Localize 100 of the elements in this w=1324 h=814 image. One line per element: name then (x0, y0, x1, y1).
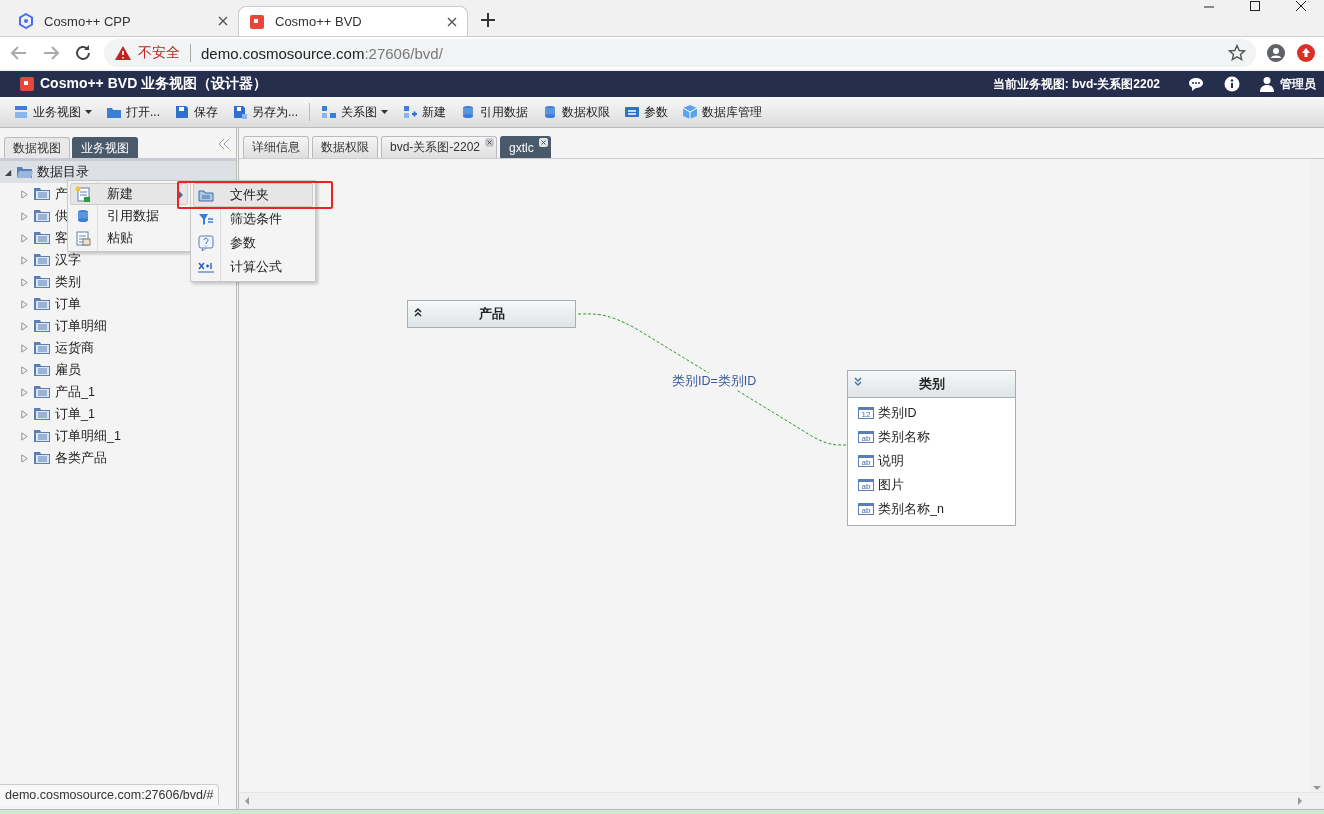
expand-icon[interactable] (4, 167, 13, 177)
toolbar-button[interactable]: 业务视图 (8, 101, 97, 123)
toolbar-icon (624, 104, 641, 120)
table-node[interactable]: 产品 (407, 300, 576, 328)
table-folder-icon (33, 341, 51, 355)
menu-item[interactable]: 文件夹 (193, 183, 313, 207)
field-name: 图片 (878, 476, 904, 494)
menu-item[interactable]: 粘贴 (70, 227, 188, 249)
tree-item[interactable]: 客 (55, 229, 68, 247)
field-name: 类别ID (878, 404, 917, 422)
app-logo-icon (20, 77, 34, 91)
close-icon[interactable] (538, 138, 548, 147)
editor-tab[interactable]: gxtlc (500, 136, 551, 158)
collapse-icon[interactable] (218, 138, 230, 150)
close-icon[interactable] (218, 16, 228, 26)
close-icon[interactable] (447, 16, 457, 27)
toolbar-button[interactable]: 另存为... (227, 101, 304, 123)
toolbar-button[interactable]: 保存 (169, 101, 223, 123)
user-name[interactable]: 管理员 (1280, 75, 1316, 93)
table-folder-icon (33, 363, 51, 377)
table-folder-icon (33, 429, 51, 443)
table-folder-icon (33, 319, 51, 333)
toolbar-button[interactable]: 打开... (101, 101, 165, 123)
browser-tab[interactable]: Cosmo++ CPP (8, 6, 238, 36)
toolbar-icon (402, 104, 419, 120)
field-type-icon: ab (858, 431, 874, 443)
table-folder-icon (33, 407, 51, 421)
field-type-icon: ab (858, 503, 874, 515)
user-icon[interactable] (1260, 76, 1274, 92)
menu-icon (75, 230, 91, 246)
table-folder-icon (33, 187, 51, 201)
table-folder-icon (33, 385, 51, 399)
field-name: 类别名称 (878, 428, 930, 446)
update-icon[interactable] (1296, 43, 1316, 63)
tree-item[interactable]: 供 (55, 207, 68, 225)
tree-item[interactable]: 订单明细 (55, 317, 107, 335)
close-icon[interactable] (485, 138, 495, 147)
editor-tab[interactable]: bvd-关系图-2202 (381, 136, 498, 158)
warning-icon (114, 45, 132, 61)
sidebar-tab[interactable]: 业务视图 (72, 137, 138, 158)
toolbar-button[interactable]: 数据库管理 (677, 101, 768, 123)
security-label: 不安全 (138, 44, 180, 62)
tree-item[interactable]: 各类产品 (55, 449, 107, 467)
chevron-down-icon[interactable] (853, 377, 863, 387)
toolbar-button[interactable]: 新建 (397, 101, 452, 123)
info-icon[interactable] (1224, 76, 1240, 92)
menu-icon (198, 235, 214, 251)
folder-icon (16, 165, 34, 179)
address-bar[interactable]: 不安全 demo.cosmosource.com:27606/bvd/ (104, 39, 1256, 67)
menu-icon (75, 186, 91, 202)
sidebar-tab[interactable]: 数据视图 (4, 137, 70, 158)
menu-item[interactable]: 参数 (193, 231, 313, 255)
toolbar-icon (174, 104, 190, 120)
menu-item[interactable]: 引用数据 (70, 205, 188, 227)
chat-icon[interactable] (1188, 76, 1204, 92)
table-folder-icon (33, 451, 51, 465)
table-folder-icon (33, 209, 51, 223)
table-folder-icon (33, 231, 51, 245)
tree-item[interactable]: 运货商 (55, 339, 94, 357)
tree-item[interactable]: 数据目录 (37, 163, 89, 181)
tree-item[interactable]: 雇员 (55, 361, 81, 379)
toolbar-icon (232, 104, 248, 120)
tree-item[interactable]: 订单_1 (55, 405, 95, 423)
tree-item[interactable]: 汉字 (55, 251, 81, 269)
editor-tab[interactable]: 详细信息 (243, 136, 309, 158)
app-title: Cosmo++ BVD 业务视图（设计器） (40, 75, 268, 93)
toolbar-button[interactable]: 参数 (619, 101, 674, 123)
table-node[interactable]: 类别 12 类别ID ab 类别名称 ab 说明 ab 图片 ab 类别名称_n (847, 370, 1016, 526)
link-label: 类别ID=类别ID (672, 373, 757, 390)
tree-item[interactable]: 产品_1 (55, 383, 95, 401)
tree-item[interactable]: 产 (55, 185, 68, 203)
toolbar-icon (13, 104, 29, 120)
star-icon[interactable] (1228, 44, 1246, 62)
toolbar-button[interactable]: 数据权限 (537, 101, 616, 123)
menu-item[interactable]: 筛选条件 (193, 207, 313, 231)
menu-icon (198, 187, 214, 203)
chevron-up-icon[interactable] (413, 307, 423, 317)
menu-icon (198, 211, 214, 227)
field-type-icon: ab (858, 455, 874, 467)
table-folder-icon (33, 297, 51, 311)
toolbar-icon (682, 104, 699, 120)
field-type-icon: 12 (858, 407, 874, 419)
tree-item[interactable]: 订单 (55, 295, 81, 313)
tree-item[interactable]: 订单明细_1 (55, 427, 121, 445)
menu-item[interactable]: 新建 (70, 183, 188, 205)
browser-tab[interactable]: Cosmo++ BVD (238, 6, 468, 36)
profile-icon[interactable] (1266, 43, 1286, 63)
square-logo-icon (249, 13, 265, 30)
editor-tab[interactable]: 数据权限 (312, 136, 378, 158)
toolbar-button[interactable]: 引用数据 (455, 101, 534, 123)
node-title: 类别 (918, 375, 945, 393)
url-text: demo.cosmosource.com:27606/bvd/ (201, 44, 443, 62)
scroll-right-icon[interactable] (1296, 797, 1304, 805)
field-type-icon: ab (858, 479, 874, 491)
tree-item[interactable]: 类别 (55, 273, 81, 291)
field-name: 说明 (878, 452, 904, 470)
menu-item[interactable]: 计算公式 (193, 255, 313, 279)
current-view-label: 当前业务视图: bvd-关系图2202 (992, 75, 1160, 93)
toolbar-button[interactable]: 关系图 (316, 101, 394, 123)
scroll-left-icon[interactable] (243, 797, 251, 805)
